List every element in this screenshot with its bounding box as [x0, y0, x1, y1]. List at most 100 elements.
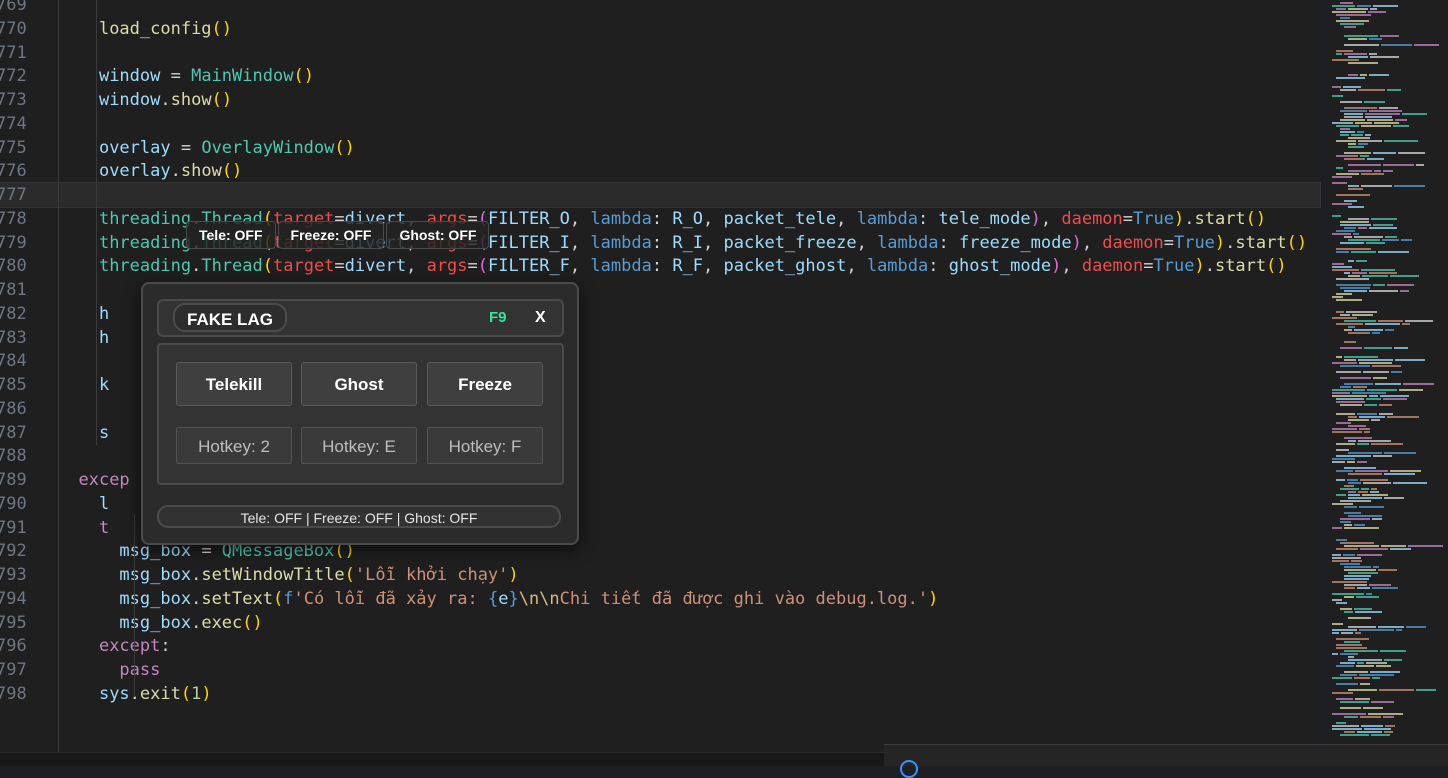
code-token: (	[180, 683, 192, 704]
code-token: :	[918, 208, 939, 229]
line-number: 791	[0, 517, 27, 538]
minimap-line	[1348, 74, 1358, 76]
code-token: FILTER_I	[488, 232, 570, 253]
minimap-line	[1332, 677, 1352, 679]
minimap-line	[1385, 329, 1394, 331]
code-token: ()	[211, 18, 233, 39]
code-line[interactable]: 797 pass	[0, 658, 1320, 682]
minimap-line	[1348, 572, 1378, 574]
minimap-line	[1383, 164, 1414, 166]
code-token: ()	[242, 612, 263, 633]
code-line[interactable]: 772 window = MainWindow()	[0, 64, 1320, 88]
ghost-button[interactable]: Ghost	[301, 362, 417, 406]
minimap-line	[1340, 224, 1371, 226]
code-line[interactable]: 777	[0, 182, 1321, 208]
minimap-line	[1408, 545, 1443, 547]
minimap-line	[1340, 662, 1355, 664]
minimap-line	[1344, 53, 1367, 55]
code-token: lambda	[590, 256, 652, 277]
line-number: 793	[0, 565, 27, 585]
minimap-line	[1336, 173, 1359, 175]
code-line[interactable]: 773 window.show()	[0, 88, 1320, 112]
minimap-line	[1369, 290, 1398, 292]
minimap-line	[1332, 266, 1352, 268]
minimap-line	[1332, 632, 1339, 634]
telekill-button[interactable]: Telekill	[176, 362, 292, 406]
code-token: Thread	[201, 256, 263, 277]
minimap-line	[1348, 656, 1354, 658]
minimap-line	[1348, 275, 1360, 277]
code-line[interactable]: 771	[0, 41, 1320, 65]
code-token: ,	[846, 256, 867, 277]
minimap-line	[1336, 299, 1362, 301]
code-line[interactable]: 796 except:	[0, 634, 1320, 658]
minimap-line	[1336, 284, 1371, 286]
notification-panel[interactable]	[884, 744, 1448, 778]
minimap-line	[1340, 314, 1350, 316]
code-line[interactable]: 776 overlay.show()	[0, 159, 1320, 183]
panel-header[interactable]: FAKE LAG F9 X	[157, 299, 564, 337]
minimap-line	[1357, 461, 1367, 463]
code-token: ,	[836, 208, 857, 229]
code-line[interactable]: 798 sys.exit(1)	[0, 682, 1320, 706]
freeze-hotkey-field[interactable]: Hotkey: F	[427, 427, 543, 464]
minimap-line	[1332, 461, 1345, 463]
minimap-line	[1343, 86, 1361, 88]
minimap-line	[1336, 278, 1369, 280]
minimap-line	[1332, 11, 1366, 13]
minimap-line	[1340, 488, 1359, 490]
code-line[interactable]: 780 threading.Thread(target=divert, args…	[0, 254, 1320, 278]
code-token: True	[1173, 232, 1215, 253]
code-token: msg_box	[119, 565, 192, 585]
code-token: args	[426, 256, 468, 277]
ghost-hotkey-field[interactable]: Hotkey: E	[301, 427, 417, 464]
code-token: l	[58, 493, 110, 514]
code-token: exit	[139, 683, 181, 704]
minimap-line	[1357, 413, 1377, 415]
minimap-line	[1399, 389, 1423, 391]
code-token: ,	[569, 232, 591, 253]
panel-status-text: Tele: OFF | Freeze: OFF | Ghost: OFF	[157, 505, 561, 528]
minimap-line	[1361, 125, 1391, 127]
minimap-line	[1416, 689, 1436, 691]
minimap-line	[1344, 569, 1376, 571]
code-line[interactable]: 769	[0, 0, 1320, 17]
code-token: t	[58, 517, 110, 538]
telekill-hotkey-field[interactable]: Hotkey: 2	[176, 427, 292, 464]
minimap[interactable]	[1328, 0, 1448, 752]
freeze-button[interactable]: Freeze	[427, 362, 543, 406]
code-line[interactable]: 794 msg_box.setText(f'Có lỗi đã xảy ra: …	[0, 587, 1320, 611]
code-line[interactable]: 775 overlay = OverlayWindow()	[0, 136, 1320, 160]
minimap-line	[1340, 287, 1370, 289]
code-token: show	[170, 90, 212, 110]
code-token: :	[938, 232, 959, 253]
minimap-line	[1354, 524, 1365, 526]
minimap-line	[1371, 419, 1380, 421]
minimap-line	[1387, 416, 1419, 418]
minimap-line	[1354, 329, 1383, 331]
minimap-line	[1369, 395, 1378, 397]
line-number: 792	[0, 541, 27, 562]
minimap-line	[1340, 128, 1350, 130]
close-button[interactable]: X	[535, 301, 546, 335]
code-token: R_I	[672, 232, 704, 253]
minimap-line	[1394, 185, 1425, 187]
minimap-line	[1341, 632, 1353, 634]
minimap-line	[1395, 359, 1425, 361]
minimap-line	[1357, 131, 1364, 133]
minimap-line	[1364, 431, 1370, 433]
minimap-line	[1344, 506, 1357, 508]
minimap-line	[1332, 623, 1343, 625]
minimap-line	[1355, 470, 1388, 472]
code-line[interactable]: 774	[0, 112, 1320, 136]
code-line[interactable]: 770 load_config()	[0, 17, 1320, 41]
minimap-line	[1373, 284, 1385, 286]
minimap-line	[1336, 251, 1349, 253]
minimap-line	[1366, 242, 1385, 244]
minimap-line	[1332, 5, 1355, 7]
minimap-line	[1387, 284, 1414, 286]
code-line[interactable]: 793 msg_box.setWindowTitle('Lỗi khởi chạ…	[0, 563, 1320, 587]
minimap-line	[1357, 5, 1371, 7]
minimap-line	[1373, 152, 1396, 154]
code-line[interactable]: 795 msg_box.exec()	[0, 611, 1320, 635]
